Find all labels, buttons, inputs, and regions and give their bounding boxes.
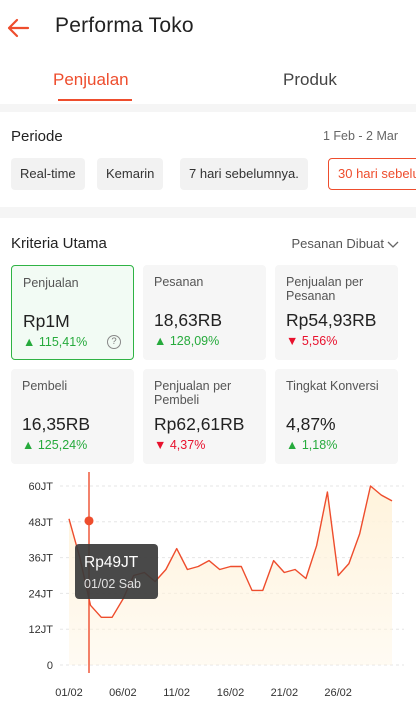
data-point [391,500,393,502]
data-point [165,569,167,571]
triangle-down-icon: ▼ [154,438,167,452]
period-card: Periode 1 Feb - 2 Mar Real-time Kemarin … [0,112,416,207]
x-tick-label: 01/02 [55,687,83,699]
metric-tile-pesanan[interactable]: Pesanan 18,63RB ▲ 128,09% [143,265,266,360]
x-tick-label: 11/02 [163,687,190,699]
metric-change: ▼ 5,56% [286,334,338,348]
data-point [369,485,371,487]
metric-label: Penjualan per Pesanan [286,275,364,303]
metric-change: ▲ 115,41% [23,335,88,349]
data-point [186,569,188,571]
data-point [197,566,199,568]
tooltip-value: Rp49JT [84,554,139,571]
period-title: Periode [11,128,63,145]
data-point [240,566,242,568]
tab-penjualan[interactable]: Penjualan [53,70,129,90]
active-tab-indicator [58,99,132,101]
criteria-dropdown-label: Pesanan Dibuat [291,236,384,251]
data-point [219,569,221,571]
chip-7-hari[interactable]: 7 hari sebelumnya. [180,158,308,190]
data-point [273,560,275,562]
metric-value: Rp62,61RB [154,414,245,434]
metric-tile-penjualan-per-pesanan[interactable]: Penjualan per Pesanan Rp54,93RB ▼ 5,56% [275,265,398,360]
data-point [348,563,350,565]
data-point [262,589,264,591]
chip-30-hari[interactable]: 30 hari sebelumnya. [328,158,416,190]
sales-line-chart[interactable]: 0 12JT 24JT 36JT 48JT 60JT 01/02 06/02 11/02 16/0… [0,468,416,711]
metric-tile-penjualan[interactable]: Penjualan Rp1M ▲ 115,41% ? [11,265,134,360]
metric-label: Pesanan [154,275,204,289]
data-point [176,548,178,550]
data-point [326,491,328,493]
arrow-left-icon[interactable] [4,14,32,42]
data-point [208,560,210,562]
help-icon[interactable]: ? [107,335,121,349]
data-point [337,575,339,577]
data-point [251,589,253,591]
y-tick-label: 12JT [29,624,54,636]
metric-label: Tingkat Konversi [286,379,379,393]
metric-change: ▲ 128,09% [154,334,220,348]
metric-value: Rp54,93RB [286,310,377,330]
page-title: Performa Toko [55,14,194,37]
chip-kemarin[interactable]: Kemarin [97,158,164,190]
metric-change: ▲ 1,18% [286,438,338,452]
y-tick-label: 60JT [29,481,54,493]
y-tick-label: 48JT [29,517,54,529]
metric-value: 18,63RB [154,310,223,330]
triangle-down-icon: ▼ [286,334,299,348]
data-point [90,604,92,606]
chip-real-time[interactable]: Real-time [11,158,85,190]
metric-value: Rp1M [23,311,70,331]
metric-change: ▲ 125,24% [22,438,88,452]
chevron-down-icon [387,241,399,248]
data-point [316,545,318,547]
top-bar: Performa Toko [0,0,416,58]
triangle-up-icon: ▲ [23,335,36,349]
triangle-up-icon: ▲ [286,438,299,452]
data-point [100,616,102,618]
metric-label: Penjualan per Pembeli [154,379,232,407]
metric-change: ▼ 4,37% [154,438,206,452]
tooltip-date: 01/02 Sab [84,577,141,591]
metric-value: 4,87% [286,414,336,434]
y-tick-label: 36JT [29,553,54,565]
cursor-point [84,516,94,526]
y-tick-label: 0 [47,660,53,672]
data-point [111,616,113,618]
x-tick-label: 26/02 [324,687,352,699]
metric-label: Penjualan [23,276,79,290]
triangle-up-icon: ▲ [22,438,35,452]
data-point [283,572,285,574]
x-tick-label: 21/02 [271,687,299,699]
data-point [68,518,70,520]
criteria-dropdown[interactable]: Pesanan Dibuat [291,236,399,251]
data-point [359,533,361,535]
data-point [380,494,382,496]
tab-produk[interactable]: Produk [283,70,337,90]
triangle-up-icon: ▲ [154,334,167,348]
criteria-title: Kriteria Utama [11,235,107,252]
period-range: 1 Feb - 2 Mar [322,129,398,143]
data-point [294,569,296,571]
tab-bar: Penjualan Produk [0,58,416,104]
metric-tile-pembeli[interactable]: Pembeli 16,35RB ▲ 125,24% [11,369,134,464]
y-tick-label: 24JT [29,588,54,600]
metric-value: 16,35RB [22,414,91,434]
x-tick-label: 06/02 [109,687,137,699]
data-point [230,566,232,568]
metric-tile-penjualan-per-pembeli[interactable]: Penjualan per Pembeli Rp62,61RB ▼ 4,37% [143,369,266,464]
metric-tile-tingkat-konversi[interactable]: Tingkat Konversi 4,87% ▲ 1,18% [275,369,398,464]
data-point [305,577,307,579]
metric-label: Pembeli [22,379,68,393]
x-tick-label: 16/02 [217,687,245,699]
